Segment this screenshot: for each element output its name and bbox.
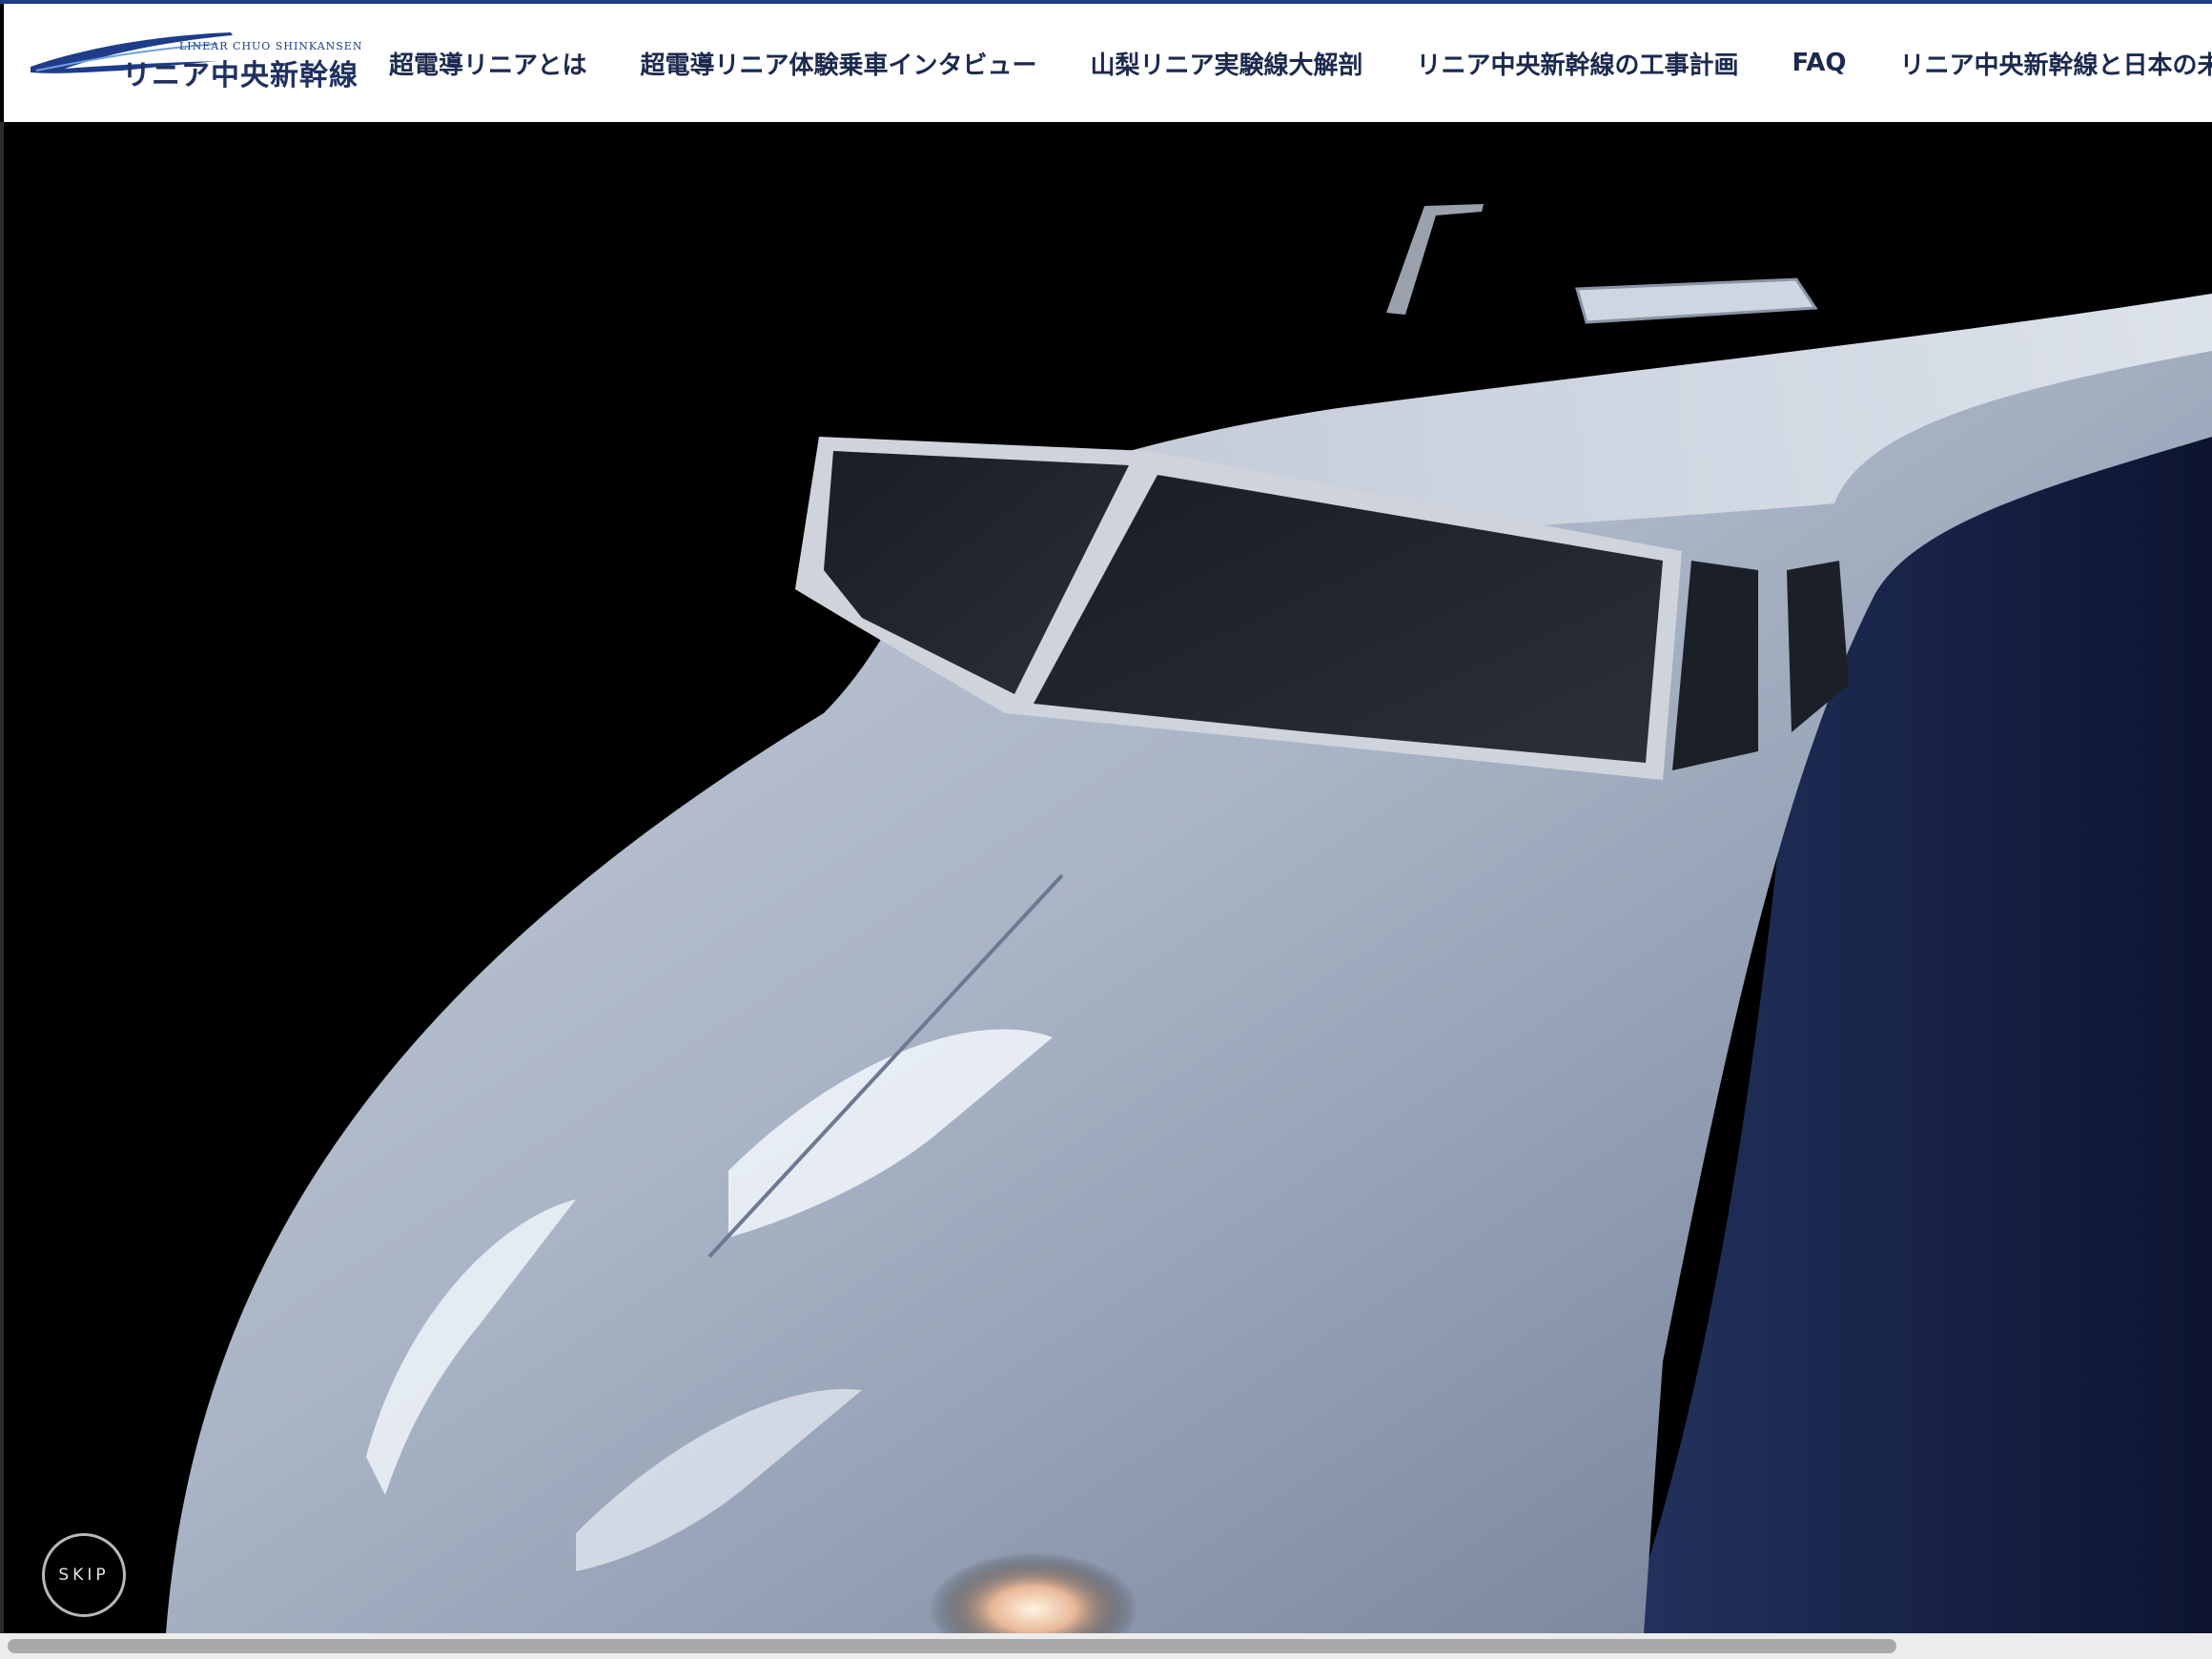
nav-item-yamanashi-line[interactable]: 山梨リニア実験線大解剖 (1091, 46, 1363, 81)
page: LINEAR CHUO SHINKANSEN リニア中央新幹線 超電導リニアとは… (0, 0, 2212, 1659)
site-logo[interactable]: LINEAR CHUO SHINKANSEN リニア中央新幹線 (27, 23, 361, 103)
nav-item-about-maglev[interactable]: 超電導リニアとは (389, 46, 586, 81)
nav-item-faq[interactable]: FAQ (1792, 49, 1847, 77)
maglev-train-image (166, 204, 2212, 1633)
skip-button[interactable]: SKIP (42, 1533, 126, 1617)
main-nav: 超電導リニアとは 超電導リニア体験乗車インタビュー 山梨リニア実験線大解剖 リニ… (389, 4, 2212, 122)
logo-japanese-text: リニア中央新幹線 (122, 59, 358, 92)
site-header: LINEAR CHUO SHINKANSEN リニア中央新幹線 超電導リニアとは… (4, 4, 2212, 123)
nav-item-ride-interview[interactable]: 超電導リニア体験乗車インタビュー (640, 46, 1036, 81)
nav-item-construction-plan[interactable]: リニア中央新幹線の工事計画 (1417, 46, 1739, 81)
horizontal-scrollbar[interactable] (0, 1633, 2212, 1659)
scrollbar-thumb[interactable] (8, 1639, 1896, 1653)
hero-video (4, 122, 2212, 1633)
nav-item-future-of-japan[interactable]: リニア中央新幹線と日本の未 (1900, 46, 2212, 81)
